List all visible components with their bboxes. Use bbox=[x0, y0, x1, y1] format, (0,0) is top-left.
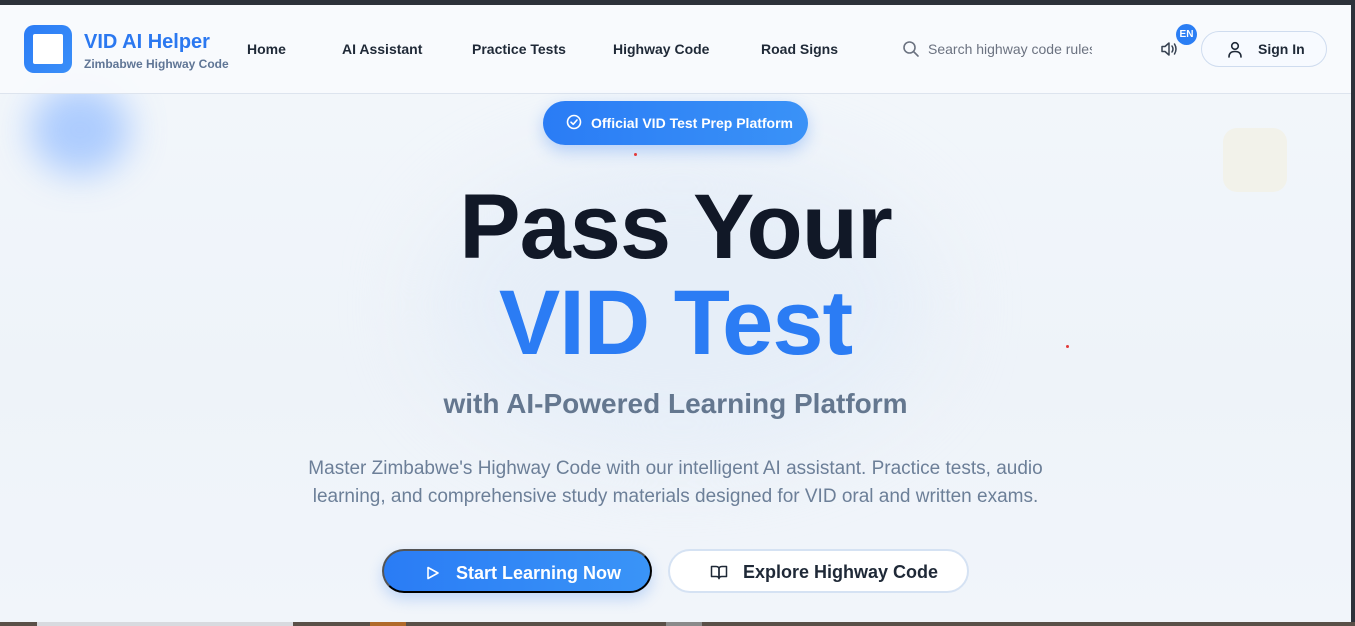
search-icon bbox=[903, 41, 919, 57]
brand-subtitle: Zimbabwe Highway Code bbox=[84, 57, 229, 71]
site-header: VID AI Helper Zimbabwe Highway Code Home… bbox=[0, 5, 1351, 94]
explore-highway-code-label: Explore Highway Code bbox=[743, 562, 939, 582]
book-open-icon bbox=[710, 565, 728, 580]
landing-page: VID AI Helper Zimbabwe Highway Code Home… bbox=[0, 5, 1351, 622]
hero-title-line1: Pass Your bbox=[459, 176, 893, 278]
nav-ai-assistant[interactable]: AI Assistant bbox=[342, 41, 422, 57]
sign-in-button[interactable]: Sign In bbox=[1201, 31, 1327, 67]
hero-description: Master Zimbabwe's Highway Code with our … bbox=[308, 458, 1043, 507]
brand-title[interactable]: VID AI Helper bbox=[84, 31, 210, 54]
hero-subtitle: with AI-Powered Learning Platform bbox=[443, 388, 908, 419]
explore-highway-code-button[interactable]: Explore Highway Code bbox=[668, 549, 969, 593]
nav-highway-code[interactable]: Highway Code bbox=[613, 41, 709, 57]
start-learning-label: Start Learning Now bbox=[456, 563, 622, 583]
decorative-blob-left bbox=[30, 85, 130, 175]
nav-practice-tests[interactable]: Practice Tests bbox=[472, 41, 566, 57]
decorative-dot bbox=[634, 153, 637, 156]
play-icon bbox=[427, 566, 439, 580]
nav-road-signs[interactable]: Road Signs bbox=[761, 41, 838, 57]
logo-icon[interactable] bbox=[24, 25, 72, 73]
user-icon bbox=[1228, 41, 1242, 58]
official-badge[interactable]: Official VID Test Prep Platform bbox=[543, 101, 808, 145]
nav-home[interactable]: Home bbox=[247, 41, 286, 57]
search-input[interactable] bbox=[928, 37, 1092, 61]
window-right-edge bbox=[1351, 0, 1355, 626]
start-learning-button[interactable]: Start Learning Now bbox=[382, 549, 652, 593]
speaker-icon[interactable] bbox=[1160, 41, 1178, 57]
hero-title-line2: VID Test bbox=[498, 272, 853, 374]
official-badge-label: Official VID Test Prep Platform bbox=[591, 115, 794, 131]
check-circle-icon bbox=[566, 114, 582, 130]
language-badge[interactable]: EN bbox=[1176, 24, 1197, 45]
taskbar-strip bbox=[0, 622, 1355, 626]
sign-in-label: Sign In bbox=[1258, 41, 1305, 57]
